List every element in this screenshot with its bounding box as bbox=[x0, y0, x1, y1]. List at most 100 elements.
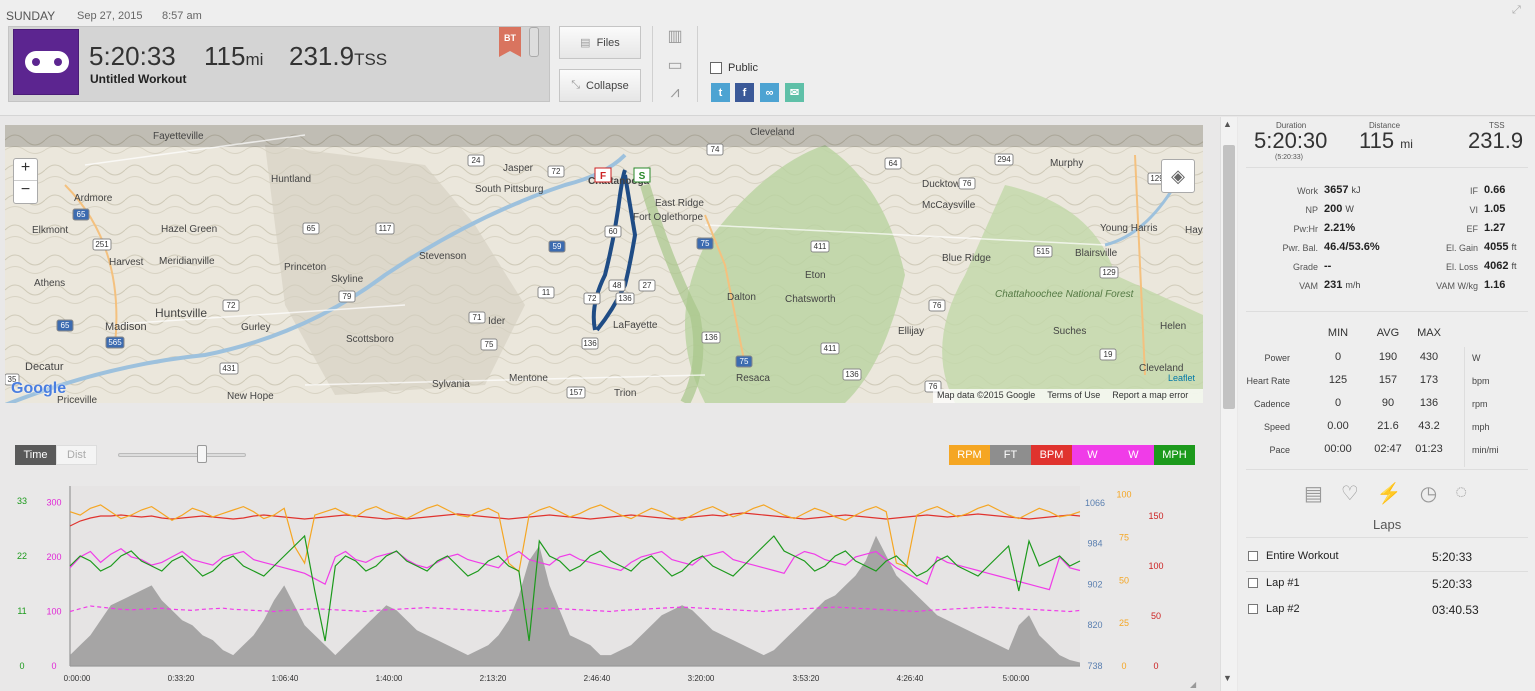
time-toggle[interactable]: Time bbox=[15, 445, 56, 465]
map-place-label: Ardmore bbox=[74, 193, 113, 204]
metric-label: El. Loss bbox=[1445, 262, 1478, 272]
lap-row[interactable]: Lap #2 03:40.53 bbox=[1246, 602, 1528, 622]
expand-icon[interactable]: ⤢ bbox=[1512, 4, 1521, 17]
minmax-row-label: Speed bbox=[1263, 422, 1290, 432]
road-shield: 117 bbox=[375, 222, 395, 235]
legend-w[interactable]: W bbox=[1072, 445, 1113, 465]
lap-checkbox[interactable] bbox=[1248, 604, 1258, 614]
zoom-control: + − bbox=[13, 158, 38, 204]
map-place-label: New Hope bbox=[227, 391, 274, 402]
road-shield: 129 bbox=[1099, 266, 1119, 279]
clock-icon[interactable]: ◷ bbox=[1420, 481, 1437, 506]
stats-panel: Duration 5:20:30 (5:20:33) Distance 115 … bbox=[1238, 117, 1535, 691]
dist-toggle[interactable]: Dist bbox=[56, 445, 97, 465]
map-place-label: East Ridge bbox=[655, 198, 704, 209]
terms-link[interactable]: Terms of Use bbox=[1047, 390, 1100, 402]
route-map[interactable]: Fayetteville Cleveland Huntland Jasper S… bbox=[5, 125, 1203, 403]
map-place-label: Athens bbox=[34, 278, 65, 289]
divider bbox=[652, 26, 653, 102]
road-shield: 411 bbox=[820, 342, 840, 355]
files-button[interactable]: ▤ Files bbox=[559, 26, 641, 59]
email-icon[interactable]: ✉ bbox=[785, 83, 804, 102]
y-tick-right: 820 bbox=[1087, 620, 1102, 630]
legend-ft[interactable]: FT bbox=[990, 445, 1031, 465]
scroll-up-icon[interactable]: ▲ bbox=[1223, 119, 1232, 129]
svg-text:136: 136 bbox=[583, 339, 597, 348]
metric-value: 231 m/h bbox=[1324, 279, 1361, 291]
smoothing-slider[interactable] bbox=[118, 453, 246, 457]
scrollbar-thumb[interactable] bbox=[1223, 145, 1235, 409]
zoom-out-button[interactable]: − bbox=[14, 181, 37, 203]
y-tick-right: 75 bbox=[1119, 532, 1129, 542]
heart-icon[interactable]: ♡ bbox=[1341, 481, 1359, 506]
report-map-error-link[interactable]: Report a map error bbox=[1112, 390, 1188, 402]
map-place-label: Gurley bbox=[241, 322, 270, 333]
zoom-in-button[interactable]: + bbox=[14, 159, 37, 181]
twitter-icon[interactable]: t bbox=[711, 83, 730, 102]
smoothing-slider-handle[interactable] bbox=[197, 445, 207, 463]
svg-text:157: 157 bbox=[569, 388, 583, 397]
metric-label: VAM W/kg bbox=[1436, 281, 1478, 291]
metric-value: 1.05 bbox=[1484, 203, 1506, 215]
road-shield: 411 bbox=[810, 240, 830, 253]
x-tick-label: 3:20:00 bbox=[687, 674, 715, 683]
metric-value: 3657 kJ bbox=[1324, 184, 1361, 196]
legend-w-avg[interactable]: W bbox=[1113, 445, 1154, 465]
lap-row[interactable]: Lap #1 5:20:33 bbox=[1246, 576, 1528, 596]
notes-icon[interactable]: ▤ bbox=[1304, 481, 1323, 506]
collapse-button[interactable]: ⤡ Collapse bbox=[559, 69, 641, 102]
map-place-label: Blue Ridge bbox=[942, 253, 991, 264]
lightning-icon[interactable]: ⚡ bbox=[1377, 481, 1402, 506]
leaflet-link[interactable]: Leaflet bbox=[1168, 373, 1195, 383]
line-chart-icon[interactable]: ⩘ bbox=[664, 84, 686, 102]
tss-value: 231.9 bbox=[1468, 128, 1524, 153]
minmax-unit: min/mi bbox=[1472, 445, 1499, 455]
circle-dashed-icon[interactable]: ◌ bbox=[1455, 481, 1467, 506]
legend-bpm[interactable]: BPM bbox=[1031, 445, 1072, 465]
svg-text:136: 136 bbox=[704, 333, 718, 342]
minmax-min: 00:00 bbox=[1324, 443, 1352, 455]
workout-distance: 115mi bbox=[204, 41, 264, 71]
map-place-label: Ellijay bbox=[898, 326, 924, 337]
facebook-icon[interactable]: f bbox=[735, 83, 754, 102]
legend-rpm[interactable]: RPM bbox=[949, 445, 990, 465]
workout-title[interactable]: Untitled Workout bbox=[90, 72, 186, 86]
map-place-label: Decatur bbox=[25, 361, 64, 373]
chart-canvas[interactable]: 0 11 22 33 0 100 200 300 738 820 902 984 1066 0 25 50 75… bbox=[0, 478, 1215, 691]
lap-checkbox[interactable] bbox=[1248, 551, 1258, 561]
map-place-label: Fayetteville bbox=[153, 131, 204, 142]
y-tick-right: 25 bbox=[1119, 618, 1129, 628]
scroll-down-icon[interactable]: ▼ bbox=[1223, 673, 1232, 683]
map-attribution-bar: Map data ©2015 Google Terms of Use Repor… bbox=[933, 389, 1203, 403]
workout-chart[interactable]: 0 11 22 33 0 100 200 300 738 820 902 984 1066 0 25 50 75… bbox=[0, 478, 1215, 691]
metric-value: 1.16 bbox=[1484, 279, 1506, 291]
link-icon[interactable]: ∞ bbox=[760, 83, 779, 102]
divider bbox=[1246, 469, 1528, 470]
resize-handle-icon[interactable]: ◢ bbox=[1190, 680, 1196, 689]
public-checkbox[interactable] bbox=[710, 62, 722, 74]
bt-badge[interactable]: BT bbox=[499, 27, 521, 57]
page-scrollbar[interactable]: ▲ ▼ bbox=[1220, 117, 1237, 691]
start-marker[interactable]: S bbox=[633, 167, 651, 183]
duration-sub: (5:20:33) bbox=[1275, 154, 1304, 161]
layers-button[interactable]: ◈ bbox=[1161, 159, 1195, 193]
x-tick-label: 1:40:00 bbox=[375, 674, 403, 683]
finish-marker[interactable]: F bbox=[594, 167, 612, 183]
svg-text:431: 431 bbox=[222, 364, 236, 373]
y-tick-right: 738 bbox=[1087, 661, 1102, 671]
workout-header: SUNDAY Sep 27, 2015 8:57 am 5:20:33 115m… bbox=[0, 0, 1535, 116]
svg-text:75: 75 bbox=[740, 357, 749, 366]
svg-text:72: 72 bbox=[227, 301, 236, 310]
map-tiles: Fayetteville Cleveland Huntland Jasper S… bbox=[5, 125, 1203, 403]
map-place-label: Dalton bbox=[727, 292, 756, 303]
legend-mph[interactable]: MPH bbox=[1154, 445, 1195, 465]
metric-value: 0.66 bbox=[1484, 184, 1506, 196]
workout-status-toggle[interactable] bbox=[529, 27, 539, 57]
y-tick-right: 50 bbox=[1119, 575, 1129, 585]
x-tick-label: 4:26:40 bbox=[896, 674, 924, 683]
bar-chart-icon[interactable]: ▥ bbox=[664, 26, 686, 46]
lap-checkbox[interactable] bbox=[1248, 578, 1258, 588]
lap-row[interactable]: Entire Workout 5:20:33 bbox=[1246, 549, 1528, 569]
comment-icon[interactable]: ▭ bbox=[664, 55, 686, 75]
road-shield: 19 bbox=[1099, 348, 1117, 361]
